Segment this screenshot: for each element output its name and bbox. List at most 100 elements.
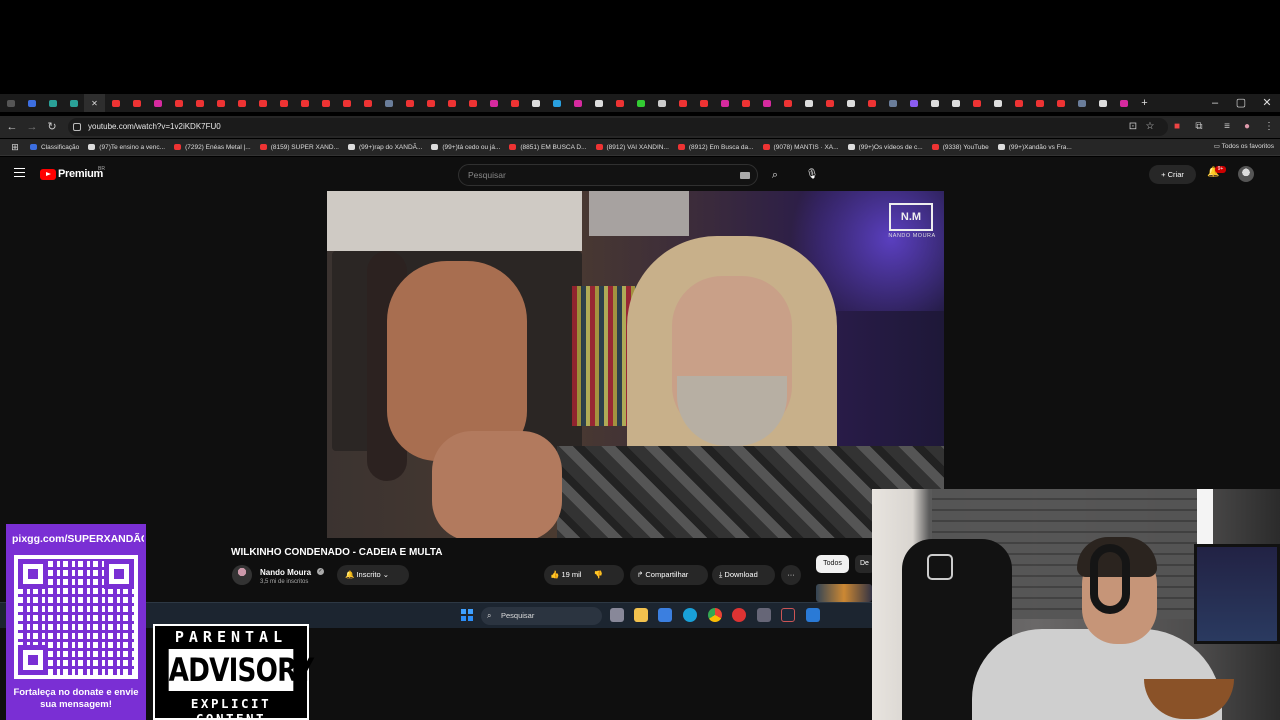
browser-tab[interactable] <box>462 94 483 112</box>
microphone-icon[interactable]: 🎙 <box>801 164 823 186</box>
bookmark-item[interactable]: (99+)tá cedo ou já... <box>431 144 500 151</box>
bookmark-item[interactable]: (97)Te ensino a venc... <box>88 144 165 151</box>
browser-tab[interactable] <box>819 94 840 112</box>
bookmark-item[interactable]: (7292) Enéas Metal |... <box>174 144 251 151</box>
browser-tab[interactable] <box>357 94 378 112</box>
browser-tab[interactable] <box>42 94 63 112</box>
browser-tab[interactable] <box>693 94 714 112</box>
browser-tab[interactable] <box>336 94 357 112</box>
browser-tab[interactable] <box>420 94 441 112</box>
app-icon[interactable] <box>806 608 820 622</box>
browser-tab[interactable] <box>294 94 315 112</box>
browser-tab[interactable] <box>1008 94 1029 112</box>
browser-tab[interactable] <box>903 94 924 112</box>
menu-icon[interactable] <box>14 168 25 177</box>
browser-tab[interactable] <box>168 94 189 112</box>
windows-start-icon[interactable] <box>461 609 473 621</box>
all-favorites-button[interactable]: ▭ Todos os favoritos <box>1214 142 1274 150</box>
forward-icon[interactable]: → <box>25 120 39 134</box>
bookmark-star-icon[interactable]: ☆ <box>1143 120 1157 134</box>
bookmark-item[interactable]: Classificação <box>30 144 79 151</box>
browser-tab[interactable] <box>882 94 903 112</box>
extension-icon[interactable]: ■ <box>1170 120 1184 134</box>
bookmark-item[interactable]: (8851) EM BUSCA D... <box>509 144 587 151</box>
browser-tab[interactable] <box>483 94 504 112</box>
browser-tab[interactable] <box>987 94 1008 112</box>
reload-icon[interactable]: ↻ <box>45 120 59 134</box>
file-explorer-icon[interactable] <box>634 608 648 622</box>
subscribed-button[interactable]: 🔔 Inscrito ⌄ <box>337 565 409 585</box>
bookmark-item[interactable]: (99+)Xandão vs Fra... <box>997 144 1072 151</box>
taskbar-search[interactable]: ⌕ Pesquisar <box>481 607 602 625</box>
browser-tab[interactable] <box>21 94 42 112</box>
like-button[interactable]: 👍 19 mil <box>550 570 581 579</box>
browser-tab[interactable] <box>798 94 819 112</box>
bookmark-item[interactable]: (8912) Em Busca da... <box>677 144 754 151</box>
browser-tab[interactable] <box>672 94 693 112</box>
browser-tab[interactable] <box>189 94 210 112</box>
back-icon[interactable]: ← <box>5 120 19 134</box>
browser-tab[interactable] <box>1029 94 1050 112</box>
channel-avatar[interactable] <box>232 565 252 585</box>
browser-tab[interactable] <box>1050 94 1071 112</box>
browser-tab[interactable] <box>756 94 777 112</box>
browser-tab[interactable] <box>966 94 987 112</box>
share-button[interactable]: ↱ Compartilhar <box>630 565 708 585</box>
avatar[interactable] <box>1238 166 1254 182</box>
task-view-icon[interactable] <box>610 608 624 622</box>
extensions-puzzle-icon[interactable]: ⧉ <box>1192 120 1206 134</box>
browser-tab[interactable] <box>210 94 231 112</box>
steam-icon[interactable] <box>781 608 795 622</box>
channel-name[interactable]: Nando Moura <box>260 568 311 577</box>
install-icon[interactable]: ⊡ <box>1126 120 1140 134</box>
browser-tab[interactable] <box>651 94 672 112</box>
dislike-button[interactable]: 👎 <box>594 570 603 579</box>
browser-tab[interactable] <box>0 94 21 112</box>
download-button[interactable]: ⤓ Download <box>712 565 775 585</box>
browser-tab[interactable] <box>609 94 630 112</box>
app-icon[interactable] <box>732 608 746 622</box>
bookmark-item[interactable]: (9338) YouTube <box>931 144 989 151</box>
youtube-logo[interactable]: Premium BR <box>40 166 105 180</box>
create-button[interactable]: + Criar <box>1149 165 1196 184</box>
browser-tab[interactable] <box>567 94 588 112</box>
browser-tab[interactable] <box>735 94 756 112</box>
search-input[interactable]: Pesquisar <box>458 164 758 186</box>
browser-tab[interactable] <box>399 94 420 112</box>
tab-close-icon[interactable]: ✕ <box>84 94 105 112</box>
browser-tab[interactable] <box>315 94 336 112</box>
browser-tab[interactable] <box>1071 94 1092 112</box>
recommended-thumbnail[interactable] <box>816 584 872 602</box>
browser-tab[interactable] <box>504 94 525 112</box>
keyboard-icon[interactable] <box>740 172 750 179</box>
edge-icon[interactable] <box>683 608 697 622</box>
minimize-button[interactable]: – <box>1202 94 1228 112</box>
browser-tab[interactable] <box>777 94 798 112</box>
browser-tab[interactable] <box>546 94 567 112</box>
apps-grid-icon[interactable]: ⊞ <box>0 142 30 153</box>
browser-tab[interactable] <box>441 94 462 112</box>
new-tab-button[interactable]: + <box>1134 94 1155 112</box>
maximize-button[interactable]: ▢ <box>1228 94 1254 112</box>
browser-tab[interactable] <box>378 94 399 112</box>
browser-tab[interactable] <box>273 94 294 112</box>
browser-tab[interactable] <box>525 94 546 112</box>
media-icon[interactable]: ≡ <box>1220 120 1234 134</box>
url-field[interactable]: youtube.com/watch?v=1v2iKDK7FU0 <box>68 118 1168 136</box>
browser-tab[interactable] <box>1113 94 1134 112</box>
chrome-icon[interactable] <box>708 608 722 622</box>
bookmark-item[interactable]: (8159) SUPER XAND... <box>259 144 339 151</box>
browser-tab[interactable] <box>714 94 735 112</box>
profile-icon[interactable]: ● <box>1240 120 1254 134</box>
browser-tab[interactable] <box>588 94 609 112</box>
browser-tab[interactable] <box>126 94 147 112</box>
browser-tab[interactable] <box>252 94 273 112</box>
search-icon[interactable]: ⌕ <box>762 164 788 186</box>
video-player[interactable]: N.M NANDO MOURA <box>327 191 944 538</box>
browser-tab[interactable] <box>861 94 882 112</box>
browser-tab[interactable] <box>945 94 966 112</box>
bookmark-item[interactable]: (99+)Os vídeos de c... <box>847 144 923 151</box>
site-info-icon[interactable] <box>73 123 81 131</box>
bookmark-item[interactable]: (99+)rap do XANDÃ... <box>347 144 422 151</box>
menu-kebab-icon[interactable]: ⋮ <box>1262 120 1276 134</box>
